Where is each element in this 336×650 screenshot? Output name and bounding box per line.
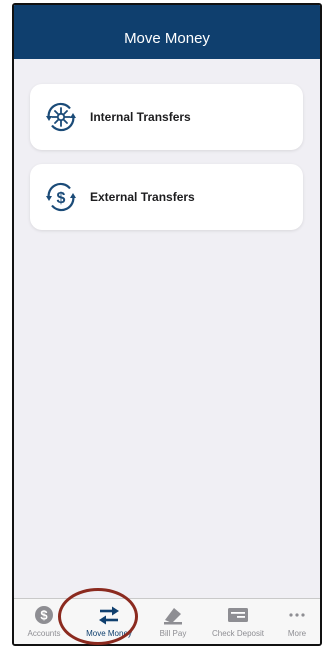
dollar-circle-icon: $ [35, 606, 53, 624]
internal-transfers-item[interactable]: Internal Transfers [30, 84, 303, 150]
bottom-tab-bar: $ Accounts Move Money Bill Pay Check Dep… [14, 598, 320, 644]
internal-transfers-label: Internal Transfers [90, 110, 191, 124]
check-icon [228, 608, 248, 622]
external-transfer-icon: $ [46, 182, 76, 212]
more-dots-icon [289, 613, 305, 617]
bill-pay-icon [164, 608, 182, 625]
tab-move-money[interactable]: Move Money [74, 599, 144, 644]
external-transfers-item[interactable]: $ External Transfers [30, 164, 303, 230]
external-transfers-label: External Transfers [90, 190, 195, 204]
page-title: Move Money [124, 30, 210, 47]
tab-check-deposit[interactable]: Check Deposit [202, 599, 274, 644]
tab-check-deposit-label: Check Deposit [211, 629, 265, 638]
internal-transfer-icon [46, 102, 76, 132]
app-header: Move Money [14, 5, 320, 59]
transfer-arrows-icon [99, 606, 119, 625]
tab-bill-pay[interactable]: Bill Pay [146, 599, 200, 644]
tab-more[interactable]: More [276, 599, 318, 644]
tab-accounts[interactable]: $ Accounts [16, 599, 72, 644]
svg-text:$: $ [57, 190, 66, 207]
tab-more-label: More [287, 629, 307, 638]
tab-bill-pay-label: Bill Pay [159, 629, 187, 638]
tab-move-money-label: Move Money [86, 629, 132, 638]
svg-text:$: $ [40, 608, 48, 623]
tab-accounts-label: Accounts [27, 629, 61, 638]
phone-screen: Move Money Internal Transfers $ External… [12, 3, 322, 646]
